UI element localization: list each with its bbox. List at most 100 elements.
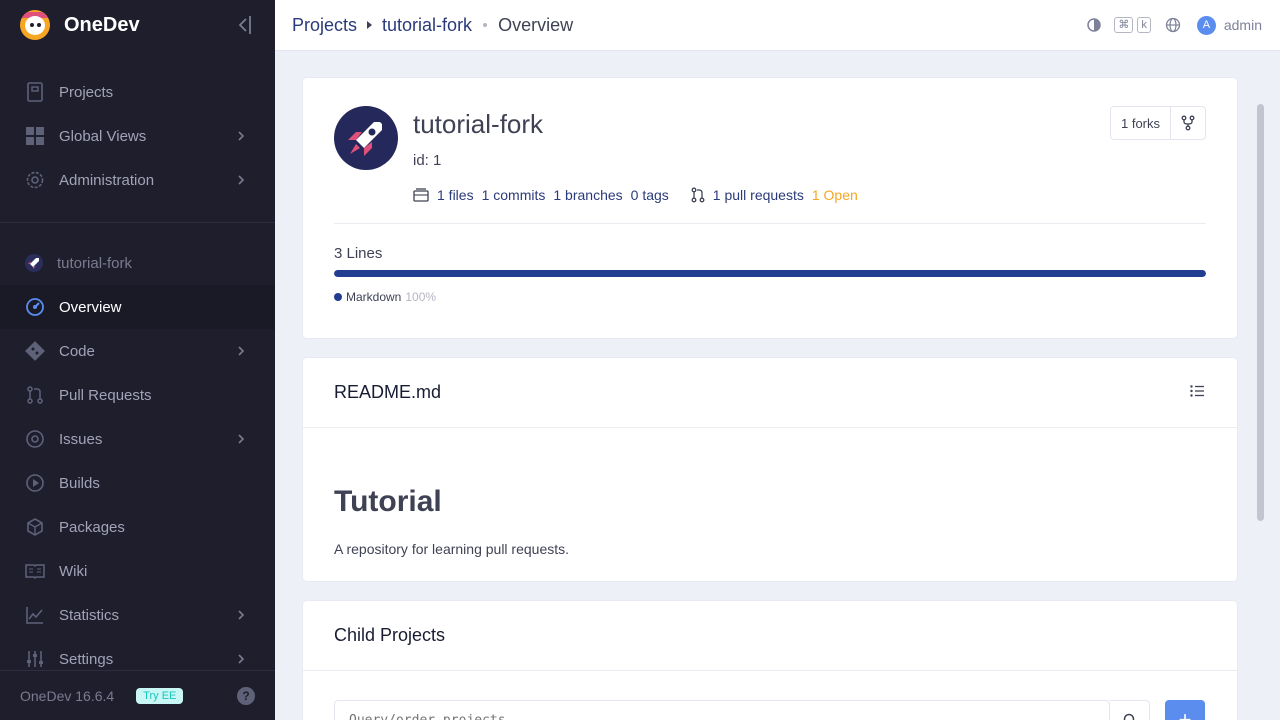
gauge-icon <box>25 297 45 317</box>
branches-link[interactable]: 1 branches <box>553 187 622 203</box>
user-name[interactable]: admin <box>1224 17 1262 33</box>
add-child-project-button[interactable]: + <box>1165 700 1205 720</box>
readme-card: README.md Tutorial A repository for lear… <box>303 358 1237 581</box>
storage-icon <box>413 188 429 202</box>
global-nav: Projects Global Views Administration <box>0 70 275 202</box>
command-key-icon[interactable]: ⌘ <box>1114 17 1134 33</box>
project-stats: 1 files 1 commits 1 branches 0 tags 1 pu… <box>413 187 866 203</box>
readme-filename: README.md <box>334 382 442 402</box>
language-percent: 100% <box>405 290 437 304</box>
child-projects-card: Child Projects + <box>303 601 1237 720</box>
git-icon <box>25 341 45 361</box>
fork-icon <box>1181 115 1195 131</box>
chevron-right-icon <box>238 131 245 141</box>
chevron-right-icon <box>238 654 245 664</box>
version-label: OneDev 16.6.4 <box>20 687 115 704</box>
tags-link[interactable]: 0 tags <box>631 187 669 203</box>
app-name: OneDev <box>64 13 140 36</box>
chart-icon <box>25 605 45 625</box>
sidebar-item-packages[interactable]: Packages <box>0 505 275 549</box>
avatar[interactable]: A <box>1196 15 1216 35</box>
language-legend: Markdown 100% <box>334 290 436 304</box>
sidebar-project-name[interactable]: tutorial-fork <box>0 241 275 285</box>
help-icon[interactable]: ? <box>237 687 255 705</box>
readme-heading: Tutorial <box>334 485 442 518</box>
language-dot <box>334 293 342 301</box>
scrollbar[interactable] <box>1257 104 1264 521</box>
search-icon <box>1123 713 1134 720</box>
project-id: id: 1 <box>413 152 442 169</box>
grid-icon <box>25 126 45 146</box>
fork-button[interactable] <box>1171 107 1205 139</box>
sidebar-item-projects[interactable]: Projects <box>0 70 275 114</box>
dark-mode-icon[interactable] <box>1086 17 1102 33</box>
sidebar-item-label: Statistics <box>59 606 120 624</box>
project-avatar <box>334 106 398 170</box>
top-bar: Projects tutorial-fork Overview ⌘ k A ad… <box>275 0 1280 51</box>
pull-requests-link[interactable]: 1 pull requests <box>713 187 804 203</box>
project-avatar-small-icon <box>25 254 43 272</box>
sidebar: OneDev Projects Global Views Administrat… <box>0 0 275 720</box>
sidebar-item-code[interactable]: Code <box>0 329 275 373</box>
breadcrumb-caret-icon <box>367 21 373 29</box>
top-right-tools: ⌘ k A admin <box>1086 0 1262 50</box>
project-nav: Overview Code Pull Requests Issues Build… <box>0 285 275 681</box>
sidebar-item-pull-requests[interactable]: Pull Requests <box>0 373 275 417</box>
chevron-right-icon <box>238 434 245 444</box>
search-input[interactable] <box>334 700 1110 720</box>
sidebar-divider <box>0 222 275 223</box>
forks-count-button[interactable]: 1 forks <box>1111 107 1171 139</box>
play-icon <box>25 473 45 493</box>
sidebar-item-label: Issues <box>59 430 103 448</box>
collapse-sidebar-icon[interactable] <box>235 14 253 36</box>
globe-icon[interactable] <box>1165 17 1181 33</box>
sidebar-item-label: Global Views <box>59 127 147 145</box>
open-pull-requests-link[interactable]: 1 Open <box>812 187 858 203</box>
rocket-icon <box>348 122 382 156</box>
chevron-right-icon <box>238 175 245 185</box>
sidebar-item-label: Builds <box>59 474 100 492</box>
table-of-contents-icon[interactable] <box>1190 385 1204 397</box>
sidebar-item-label: Projects <box>59 83 114 101</box>
card-divider <box>334 223 1206 224</box>
page-title: Overview <box>498 14 574 35</box>
breadcrumb-projects[interactable]: Projects <box>292 15 357 36</box>
files-link[interactable]: 1 files <box>437 187 474 203</box>
breadcrumb-dot-icon <box>483 23 488 27</box>
pull-request-icon <box>691 187 705 203</box>
sidebar-item-label: Wiki <box>59 562 88 580</box>
sidebar-item-statistics[interactable]: Statistics <box>0 593 275 637</box>
readme-paragraph: A repository for learning pull requests. <box>334 541 570 557</box>
lines-count: 3 Lines <box>334 245 383 262</box>
sidebar-item-global-views[interactable]: Global Views <box>0 114 275 158</box>
sidebar-item-label: Overview <box>59 298 122 316</box>
gear-icon <box>25 170 45 190</box>
breadcrumb-project[interactable]: tutorial-fork <box>382 15 472 36</box>
sidebar-item-label: Pull Requests <box>59 386 152 404</box>
sidebar-item-builds[interactable]: Builds <box>0 461 275 505</box>
child-projects-title: Child Projects <box>334 625 446 645</box>
try-ee-badge[interactable]: Try EE <box>136 687 184 704</box>
sidebar-item-administration[interactable]: Administration <box>0 158 275 202</box>
sidebar-item-issues[interactable]: Issues <box>0 417 275 461</box>
search-button[interactable] <box>1110 700 1150 720</box>
readme-header: README.md <box>303 358 1237 428</box>
box-icon <box>25 517 45 537</box>
sidebar-item-overview[interactable]: Overview <box>0 285 275 329</box>
sidebar-item-label: Code <box>59 342 95 360</box>
sliders-icon <box>25 649 45 669</box>
sidebar-item-wiki[interactable]: Wiki <box>0 549 275 593</box>
brand[interactable]: OneDev <box>0 0 275 50</box>
project-title: tutorial-fork <box>413 109 544 139</box>
k-key-icon[interactable]: k <box>1137 17 1151 33</box>
child-projects-header: Child Projects <box>303 601 1237 671</box>
book-icon <box>25 561 45 581</box>
chevron-right-icon <box>238 610 245 620</box>
sidebar-footer: OneDev 16.6.4 Try EE ? <box>0 670 275 720</box>
language-bar <box>334 270 1206 277</box>
projects-icon <box>25 82 45 102</box>
language-name: Markdown <box>346 290 402 304</box>
project-info-card: tutorial-fork id: 1 1 files 1 commits 1 … <box>303 78 1237 338</box>
sidebar-item-label: Settings <box>59 650 114 668</box>
commits-link[interactable]: 1 commits <box>482 187 546 203</box>
